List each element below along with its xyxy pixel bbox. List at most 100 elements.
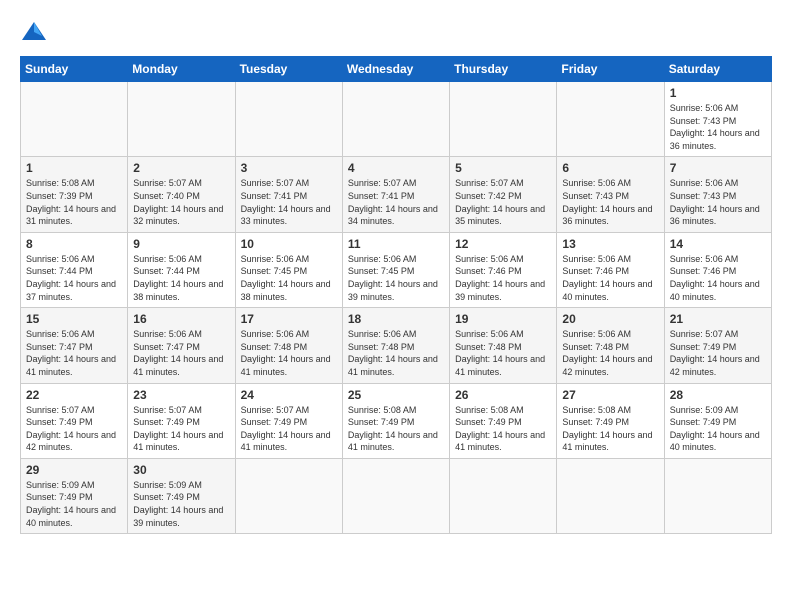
col-header-friday: Friday xyxy=(557,57,664,82)
day-info: Sunrise: 5:07 AMSunset: 7:41 PMDaylight:… xyxy=(348,177,444,227)
logo-icon xyxy=(20,18,48,46)
day-number: 2 xyxy=(133,161,229,175)
calendar-cell: 7 Sunrise: 5:06 AMSunset: 7:43 PMDaylight… xyxy=(664,157,771,232)
calendar-cell: 28 Sunrise: 5:09 AMSunset: 7:49 PMDayligh… xyxy=(664,383,771,458)
day-number: 13 xyxy=(562,237,658,251)
calendar-cell xyxy=(664,458,771,533)
calendar-cell: 29 Sunrise: 5:09 AMSunset: 7:49 PMDayligh… xyxy=(21,458,128,533)
calendar-cell xyxy=(450,458,557,533)
day-number: 6 xyxy=(562,161,658,175)
day-number: 19 xyxy=(455,312,551,326)
col-header-tuesday: Tuesday xyxy=(235,57,342,82)
calendar-cell: 21Sunrise: 5:07 AMSunset: 7:49 PMDayligh… xyxy=(664,308,771,383)
calendar-cell: 15 Sunrise: 5:06 AMSunset: 7:47 PMDayligh… xyxy=(21,308,128,383)
day-number: 22 xyxy=(26,388,122,402)
day-number: 7 xyxy=(670,161,766,175)
col-header-wednesday: Wednesday xyxy=(342,57,449,82)
calendar-cell xyxy=(557,82,664,157)
calendar-week-3: 15 Sunrise: 5:06 AMSunset: 7:47 PMDayligh… xyxy=(21,308,772,383)
day-number: 26 xyxy=(455,388,551,402)
day-number: 9 xyxy=(133,237,229,251)
day-info: Sunrise: 5:07 AMSunset: 7:40 PMDaylight:… xyxy=(133,177,229,227)
day-info: Sunrise: 5:06 AMSunset: 7:45 PMDaylight:… xyxy=(348,253,444,303)
day-info: Sunrise: 5:08 AMSunset: 7:49 PMDaylight:… xyxy=(562,404,658,454)
day-info: Sunrise: 5:06 AMSunset: 7:46 PMDaylight:… xyxy=(670,253,766,303)
day-number: 23 xyxy=(133,388,229,402)
calendar-week-5: 29 Sunrise: 5:09 AMSunset: 7:49 PMDayligh… xyxy=(21,458,772,533)
calendar-cell: 16 Sunrise: 5:06 AMSunset: 7:47 PMDayligh… xyxy=(128,308,235,383)
day-number: 1 xyxy=(670,86,766,100)
col-header-sunday: Sunday xyxy=(21,57,128,82)
calendar-cell: 12 Sunrise: 5:06 AMSunset: 7:46 PMDayligh… xyxy=(450,232,557,307)
day-number: 18 xyxy=(348,312,444,326)
day-info: Sunrise: 5:07 AMSunset: 7:41 PMDaylight:… xyxy=(241,177,337,227)
day-number: 8 xyxy=(26,237,122,251)
day-number: 3 xyxy=(241,161,337,175)
day-info: Sunrise: 5:08 AMSunset: 7:49 PMDaylight:… xyxy=(455,404,551,454)
day-info: Sunrise: 5:07 AMSunset: 7:49 PMDaylight:… xyxy=(133,404,229,454)
day-info: Sunrise: 5:07 AMSunset: 7:49 PMDaylight:… xyxy=(670,328,766,378)
day-info: Sunrise: 5:06 AMSunset: 7:48 PMDaylight:… xyxy=(348,328,444,378)
calendar-cell: 8 Sunrise: 5:06 AMSunset: 7:44 PMDaylight… xyxy=(21,232,128,307)
calendar-cell xyxy=(21,82,128,157)
calendar-cell: 5Sunrise: 5:07 AMSunset: 7:42 PMDaylight… xyxy=(450,157,557,232)
calendar-cell: 22 Sunrise: 5:07 AMSunset: 7:49 PMDayligh… xyxy=(21,383,128,458)
col-header-thursday: Thursday xyxy=(450,57,557,82)
day-number: 1 xyxy=(26,161,122,175)
calendar: SundayMondayTuesdayWednesdayThursdayFrid… xyxy=(20,56,772,534)
calendar-week-0: 1Sunrise: 5:06 AMSunset: 7:43 PMDaylight… xyxy=(21,82,772,157)
day-number: 20 xyxy=(562,312,658,326)
day-info: Sunrise: 5:07 AMSunset: 7:49 PMDaylight:… xyxy=(241,404,337,454)
day-info: Sunrise: 5:06 AMSunset: 7:45 PMDaylight:… xyxy=(241,253,337,303)
calendar-cell: 13 Sunrise: 5:06 AMSunset: 7:46 PMDayligh… xyxy=(557,232,664,307)
day-info: Sunrise: 5:06 AMSunset: 7:44 PMDaylight:… xyxy=(26,253,122,303)
calendar-cell: 11 Sunrise: 5:06 AMSunset: 7:45 PMDayligh… xyxy=(342,232,449,307)
day-info: Sunrise: 5:06 AMSunset: 7:47 PMDaylight:… xyxy=(133,328,229,378)
calendar-cell xyxy=(557,458,664,533)
day-info: Sunrise: 5:09 AMSunset: 7:49 PMDaylight:… xyxy=(670,404,766,454)
day-info: Sunrise: 5:06 AMSunset: 7:47 PMDaylight:… xyxy=(26,328,122,378)
day-info: Sunrise: 5:06 AMSunset: 7:43 PMDaylight:… xyxy=(670,177,766,227)
calendar-cell xyxy=(128,82,235,157)
calendar-cell: 17Sunrise: 5:06 AMSunset: 7:48 PMDayligh… xyxy=(235,308,342,383)
day-number: 4 xyxy=(348,161,444,175)
day-number: 5 xyxy=(455,161,551,175)
day-info: Sunrise: 5:06 AMSunset: 7:46 PMDaylight:… xyxy=(562,253,658,303)
day-number: 12 xyxy=(455,237,551,251)
calendar-week-2: 8 Sunrise: 5:06 AMSunset: 7:44 PMDaylight… xyxy=(21,232,772,307)
day-number: 10 xyxy=(241,237,337,251)
day-info: Sunrise: 5:09 AMSunset: 7:49 PMDaylight:… xyxy=(26,479,122,529)
day-number: 28 xyxy=(670,388,766,402)
calendar-cell: 3 Sunrise: 5:07 AMSunset: 7:41 PMDaylight… xyxy=(235,157,342,232)
day-number: 11 xyxy=(348,237,444,251)
calendar-cell: 23 Sunrise: 5:07 AMSunset: 7:49 PMDayligh… xyxy=(128,383,235,458)
calendar-cell: 10 Sunrise: 5:06 AMSunset: 7:45 PMDayligh… xyxy=(235,232,342,307)
calendar-cell: 27Sunrise: 5:08 AMSunset: 7:49 PMDayligh… xyxy=(557,383,664,458)
calendar-cell: 19Sunrise: 5:06 AMSunset: 7:48 PMDayligh… xyxy=(450,308,557,383)
calendar-week-4: 22 Sunrise: 5:07 AMSunset: 7:49 PMDayligh… xyxy=(21,383,772,458)
day-number: 15 xyxy=(26,312,122,326)
header xyxy=(20,16,772,46)
calendar-cell: 1 Sunrise: 5:08 AMSunset: 7:39 PMDaylight… xyxy=(21,157,128,232)
calendar-cell: 14 Sunrise: 5:06 AMSunset: 7:46 PMDayligh… xyxy=(664,232,771,307)
day-number: 16 xyxy=(133,312,229,326)
calendar-cell xyxy=(342,82,449,157)
day-number: 14 xyxy=(670,237,766,251)
calendar-cell: 9 Sunrise: 5:06 AMSunset: 7:44 PMDaylight… xyxy=(128,232,235,307)
day-info: Sunrise: 5:08 AMSunset: 7:49 PMDaylight:… xyxy=(348,404,444,454)
day-info: Sunrise: 5:07 AMSunset: 7:49 PMDaylight:… xyxy=(26,404,122,454)
day-info: Sunrise: 5:09 AMSunset: 7:49 PMDaylight:… xyxy=(133,479,229,529)
day-info: Sunrise: 5:06 AMSunset: 7:43 PMDaylight:… xyxy=(562,177,658,227)
calendar-cell xyxy=(235,82,342,157)
day-number: 29 xyxy=(26,463,122,477)
calendar-week-1: 1 Sunrise: 5:08 AMSunset: 7:39 PMDaylight… xyxy=(21,157,772,232)
day-info: Sunrise: 5:08 AMSunset: 7:39 PMDaylight:… xyxy=(26,177,122,227)
col-header-saturday: Saturday xyxy=(664,57,771,82)
calendar-cell: 30Sunrise: 5:09 AMSunset: 7:49 PMDayligh… xyxy=(128,458,235,533)
col-header-monday: Monday xyxy=(128,57,235,82)
calendar-cell: 25Sunrise: 5:08 AMSunset: 7:49 PMDayligh… xyxy=(342,383,449,458)
day-info: Sunrise: 5:06 AMSunset: 7:44 PMDaylight:… xyxy=(133,253,229,303)
day-info: Sunrise: 5:06 AMSunset: 7:46 PMDaylight:… xyxy=(455,253,551,303)
calendar-cell xyxy=(235,458,342,533)
calendar-cell: 6 Sunrise: 5:06 AMSunset: 7:43 PMDaylight… xyxy=(557,157,664,232)
